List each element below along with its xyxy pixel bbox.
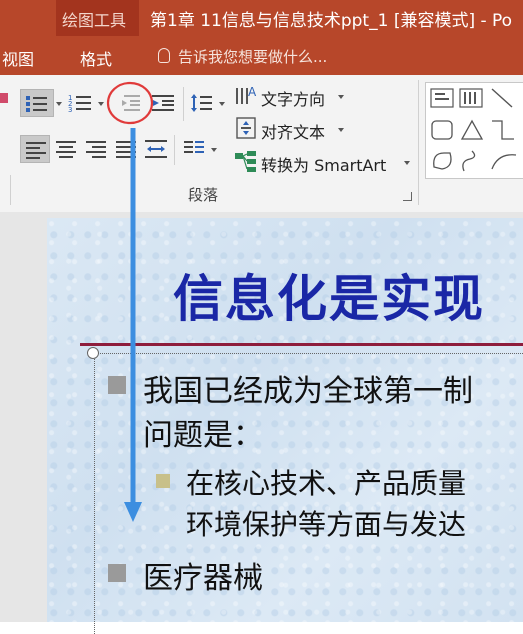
annotation-arrow-head-icon [124,502,142,522]
tab-format[interactable]: 格式 [80,46,112,70]
highlight-circle-icon [106,81,154,125]
annotation-overlay [106,81,154,522]
